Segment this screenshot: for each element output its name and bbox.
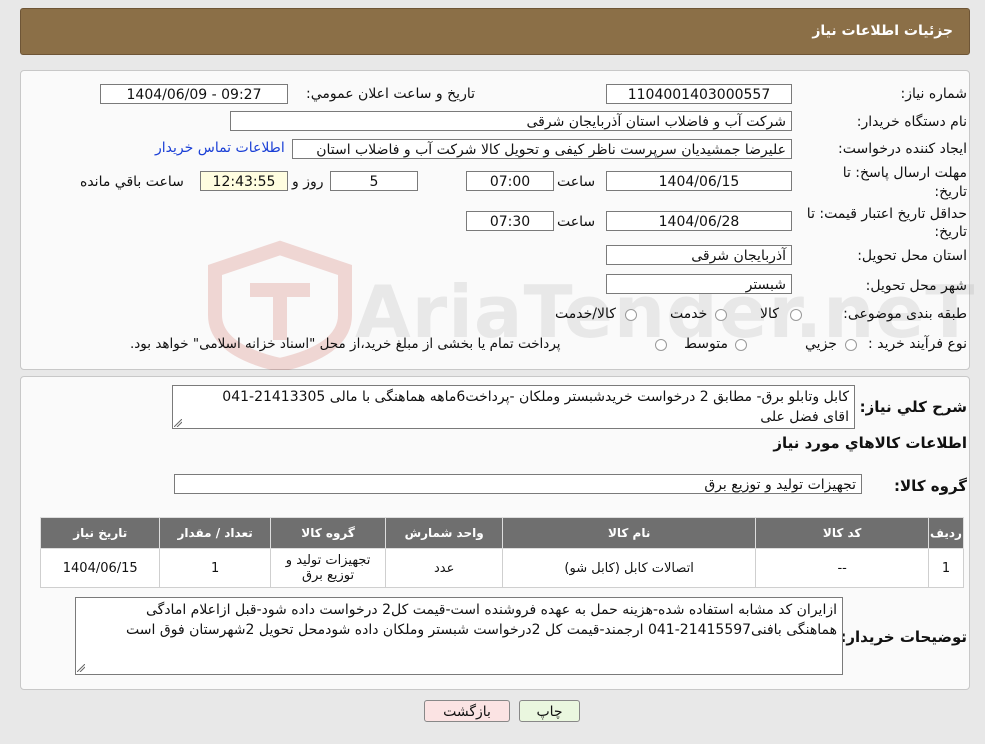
creator-field: علیرضا جمشیدیان سرپرست ناظر کیفی و تحویل…	[292, 139, 792, 159]
category-label: طبقه بندی موضوعی:	[843, 306, 967, 322]
goods-table: تاريخ نياز تعداد / مقدار گروه کالا واحد …	[39, 517, 965, 588]
deadline-label: مهلت ارسال پاسخ: تا	[842, 165, 967, 181]
category-option-service: خدمت	[670, 306, 708, 322]
cell-unit: عدد	[385, 548, 503, 588]
category-option-goods-service: کالا/خدمت	[555, 306, 616, 322]
col-row: رديف	[927, 517, 965, 549]
buyer-notes-line-1: ازایران کد مشابه استفاده شده-هزینه حمل ب…	[145, 602, 837, 618]
remaining-label: ساعت باقي مانده	[80, 174, 184, 190]
goods-group-label: گروه کالا:	[894, 477, 967, 495]
need-number-label: شماره نیاز:	[900, 86, 968, 102]
deadline-label-date: تاريخ:	[934, 184, 967, 200]
deadline-time-field: 07:00	[466, 171, 554, 191]
validity-time-label: ساعت	[557, 214, 596, 230]
page-title: جزئیات اطلاعات نیاز	[812, 23, 953, 39]
need-number-field: 1104001403000557	[606, 84, 792, 104]
category-radio-goods[interactable]	[790, 309, 802, 321]
validity-label-date: تاريخ:	[934, 224, 967, 240]
buyer-notes-label: توضيحات خريدار:	[840, 628, 967, 646]
goods-table-header: تاريخ نياز تعداد / مقدار گروه کالا واحد …	[39, 517, 965, 549]
remaining-time-field: 12:43:55	[200, 171, 288, 191]
process-radio-medium[interactable]	[735, 339, 747, 351]
print-button[interactable]: چاپ	[519, 700, 580, 722]
validity-time-field: 07:30	[466, 211, 554, 231]
col-unit: واحد شمارش	[385, 517, 503, 549]
announce-field: 1404/06/09 - 09:27	[100, 84, 288, 104]
process-note: پرداخت تمام یا بخشی از مبلغ خرید،از محل …	[130, 336, 561, 352]
category-radio-goods-service[interactable]	[625, 309, 637, 321]
buyer-contact-link[interactable]: اطلاعات تماس خريدار	[155, 140, 285, 156]
province-field: آذربایجان شرقی	[606, 245, 792, 265]
validity-date-field: 1404/06/28	[606, 211, 792, 231]
summary-line-2: اقای فضل علی	[760, 409, 849, 425]
cell-quantity: 1	[159, 548, 271, 588]
validity-label: حداقل تاريخ اعتبار قيمت: تا	[806, 206, 967, 222]
summary-label: شرح کلي نياز:	[859, 398, 967, 416]
province-label: استان محل تحويل:	[857, 248, 967, 264]
col-code: کد کالا	[755, 517, 929, 549]
buyer-org-label: نام دستگاه خريدار:	[856, 114, 967, 130]
process-radio-minor[interactable]	[845, 339, 857, 351]
col-name: نام کالا	[501, 517, 757, 549]
resize-grip-icon[interactable]	[77, 664, 85, 672]
back-button[interactable]: بازگشت	[424, 700, 510, 722]
cell-group-line-1: تجهیزات تولید و	[285, 553, 371, 568]
buyer-org-field: شرکت آب و فاضلاب استان آذربایجان شرقی	[230, 111, 792, 131]
resize-grip-icon[interactable]	[174, 419, 182, 427]
days-and-label: روز و	[292, 174, 324, 190]
col-need-date: تاريخ نياز	[39, 517, 161, 549]
page-header: جزئیات اطلاعات نیاز	[20, 8, 970, 55]
creator-label: ايجاد کننده درخواست:	[838, 141, 967, 157]
col-quantity: تعداد / مقدار	[159, 517, 271, 549]
cell-code: --	[755, 548, 929, 588]
announce-label: تاریخ و ساعت اعلان عمومي:	[306, 86, 475, 102]
summary-line-1: کابل وتابلو برق- مطابق 2 درخواست خریدشبس…	[222, 389, 849, 405]
table-row: 1404/06/15 1 تجهیزات تولید و توزیع برق ع…	[39, 548, 965, 588]
deadline-date-field: 1404/06/15	[606, 171, 792, 191]
deadline-time-label: ساعت	[557, 174, 596, 190]
buyer-notes-textarea[interactable]: ازایران کد مشابه استفاده شده-هزینه حمل ب…	[75, 597, 843, 675]
process-option-minor: جزيي	[805, 336, 837, 352]
summary-textarea[interactable]: کابل وتابلو برق- مطابق 2 درخواست خریدشبس…	[172, 385, 855, 429]
cell-row: 1	[927, 548, 965, 588]
city-label: شهر محل تحويل:	[865, 278, 967, 294]
goods-group-field: تجهیزات تولید و توزیع برق	[174, 474, 862, 494]
cell-group-line-2: توزیع برق	[301, 568, 355, 583]
col-group: گروه کالا	[269, 517, 387, 549]
process-option-medium: متوسط	[684, 336, 728, 352]
goods-section-title: اطلاعات کالاهاي مورد نياز	[773, 434, 967, 452]
category-option-goods: کالا	[760, 306, 779, 322]
buyer-notes-line-2: هماهنگی بافنی21415597-041 ارجمند-قیمت کل…	[126, 622, 837, 638]
cell-group: تجهیزات تولید و توزیع برق	[269, 548, 387, 588]
days-field: 5	[330, 171, 418, 191]
city-field: شبستر	[606, 274, 792, 294]
category-radio-service[interactable]	[715, 309, 727, 321]
cell-name: اتصالات کابل (کابل شو)	[501, 548, 757, 588]
cell-need-date: 1404/06/15	[39, 548, 161, 588]
treasury-checkbox[interactable]	[655, 339, 667, 351]
process-label: نوع فرآيند خريد :	[868, 336, 967, 352]
